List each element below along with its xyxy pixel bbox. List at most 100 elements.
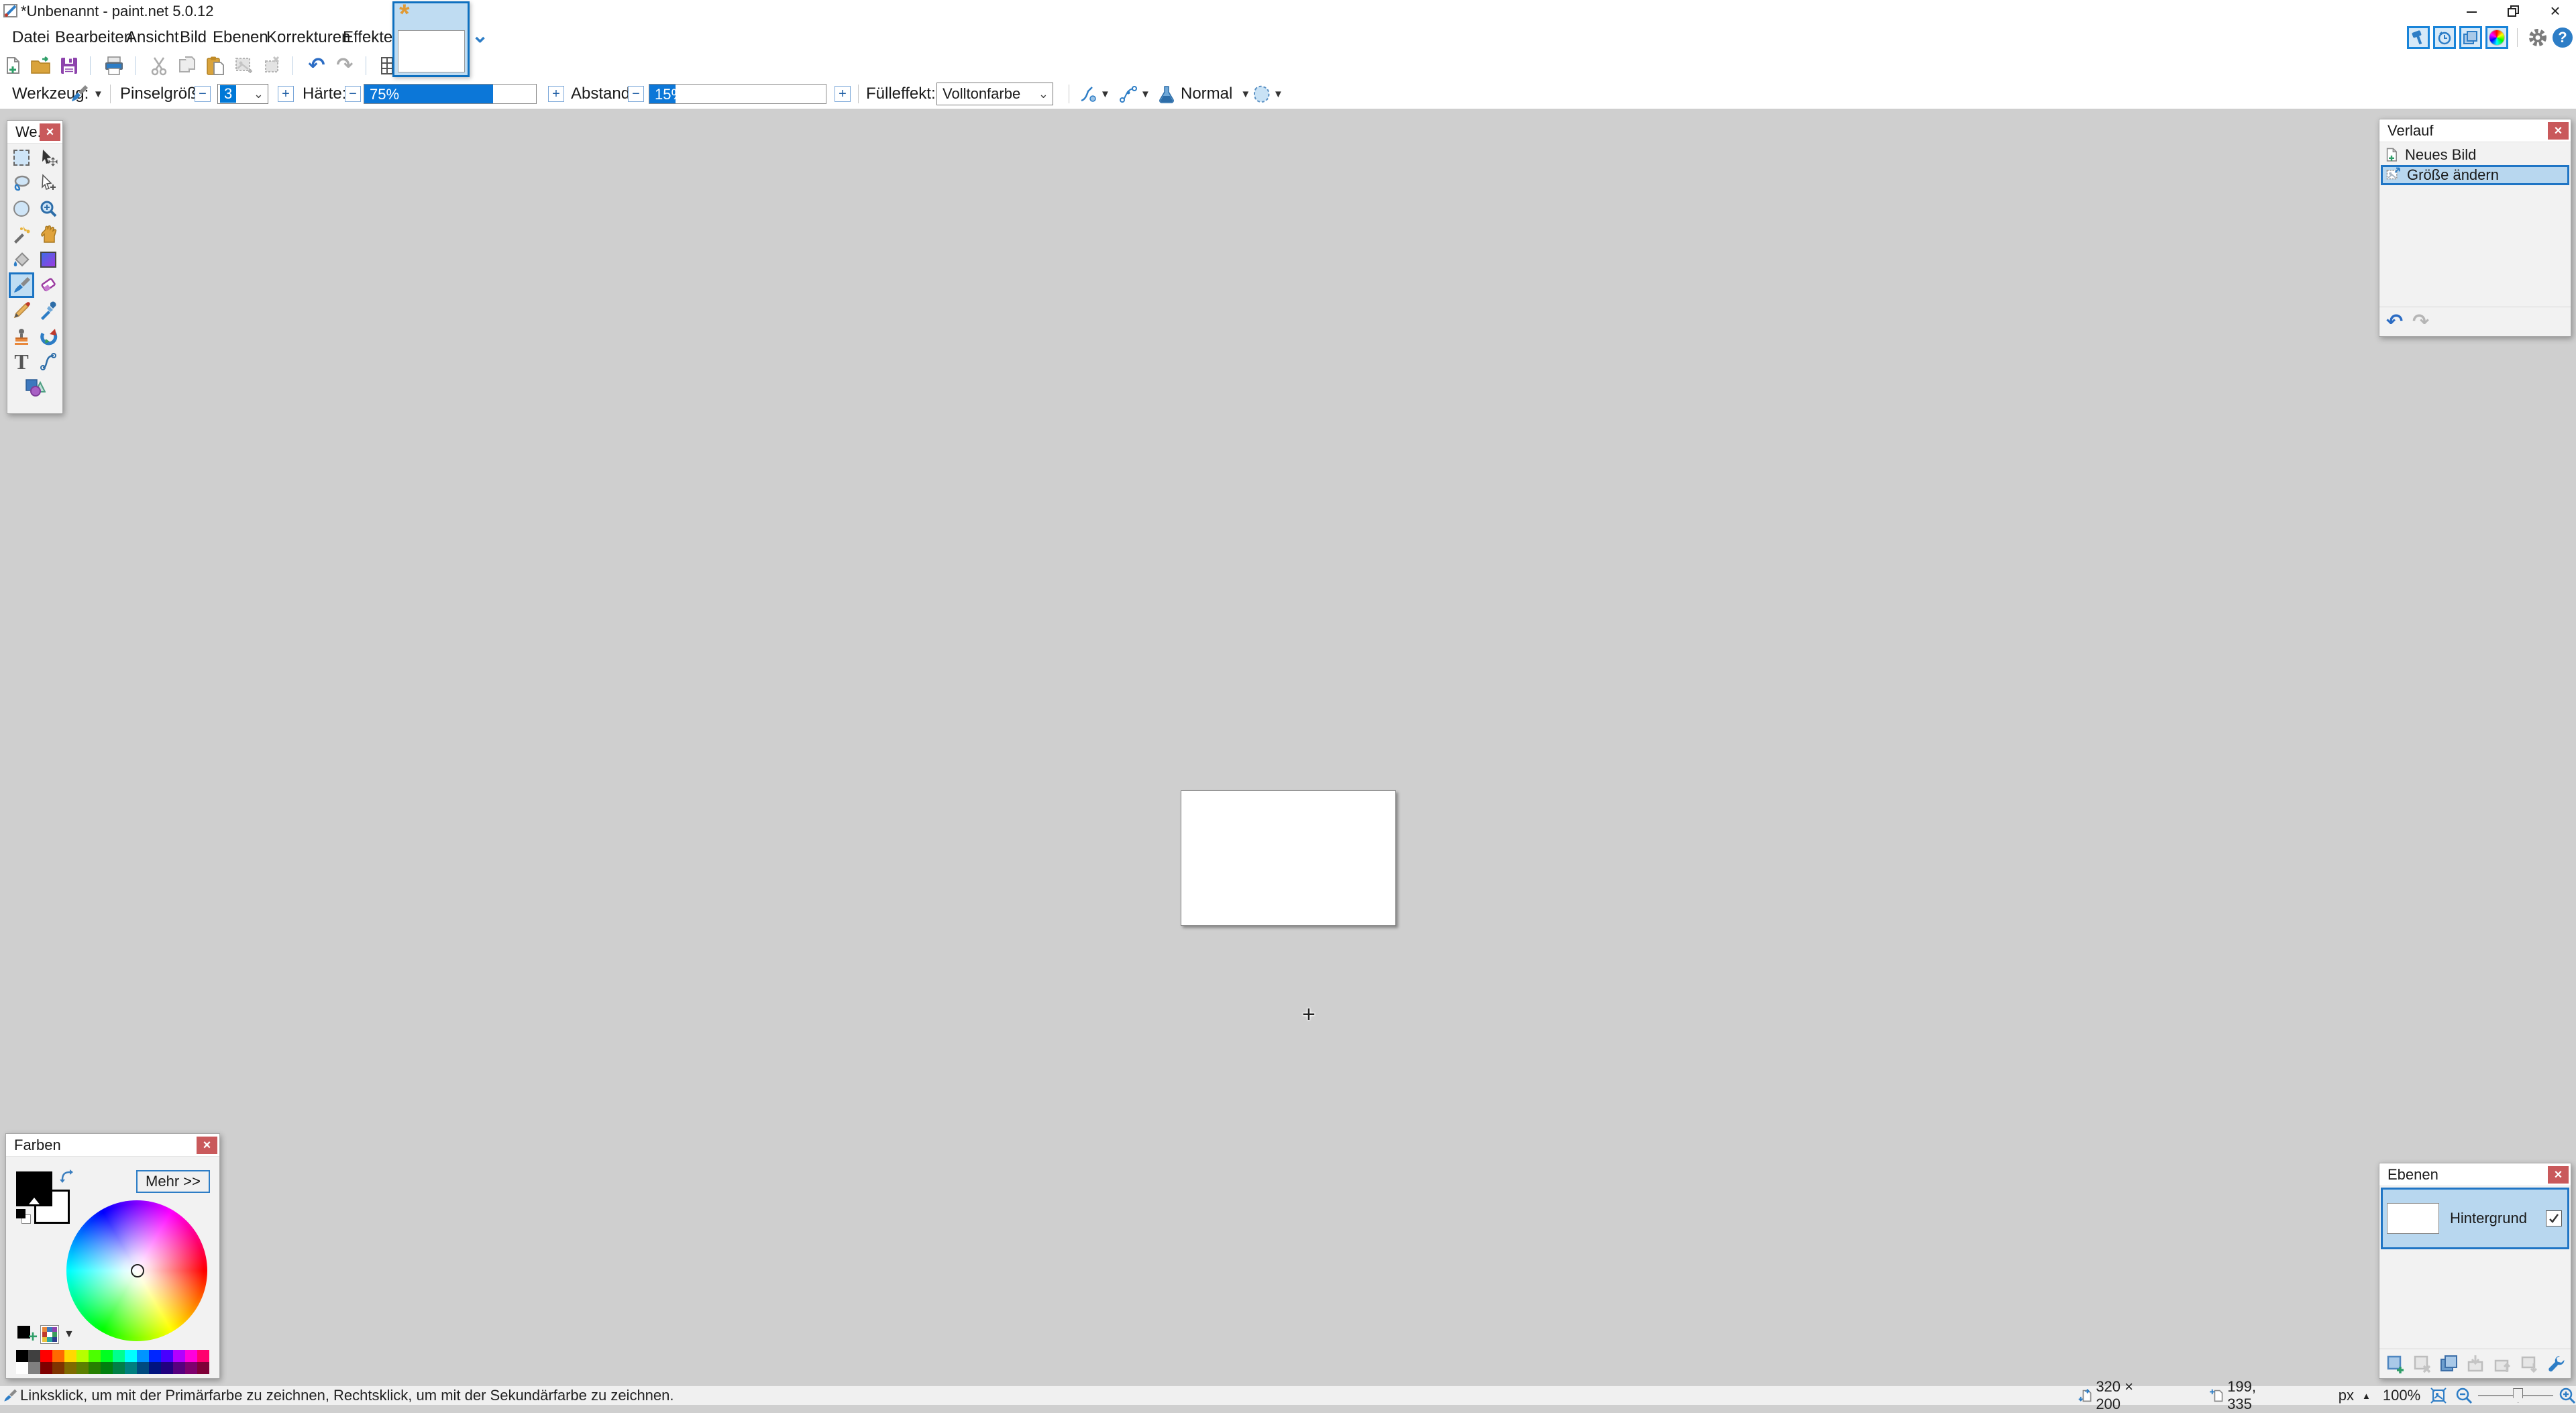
palette-swatch[interactable] bbox=[161, 1350, 173, 1362]
delete-layer-button[interactable] bbox=[2412, 1353, 2433, 1375]
palette-swatch[interactable] bbox=[101, 1362, 113, 1374]
toggle-tools-panel-button[interactable] bbox=[2407, 26, 2430, 49]
crop-to-selection-button[interactable] bbox=[232, 54, 255, 77]
palette-swatch[interactable] bbox=[40, 1362, 52, 1374]
toggle-layers-panel-button[interactable] bbox=[2459, 26, 2482, 49]
palette-menu-button[interactable] bbox=[40, 1325, 59, 1344]
hardness-slider[interactable]: 75% bbox=[364, 84, 537, 104]
tool-clone-stamp[interactable] bbox=[9, 323, 34, 349]
move-layer-down-button[interactable] bbox=[2519, 1353, 2540, 1375]
new-file-button[interactable] bbox=[1, 54, 24, 77]
spacing-increase-button[interactable]: + bbox=[835, 86, 851, 102]
palette-swatch[interactable] bbox=[16, 1350, 28, 1362]
brush-size-decrease-button[interactable]: − bbox=[195, 86, 211, 102]
menu-effekte[interactable]: Effekte bbox=[336, 22, 399, 52]
zoom-in-button[interactable] bbox=[2559, 1387, 2576, 1404]
toggle-history-panel-button[interactable] bbox=[2433, 26, 2456, 49]
toggle-colors-panel-button[interactable] bbox=[2485, 26, 2508, 49]
fill-style-select[interactable]: Volltonfarbe ⌄ bbox=[936, 83, 1053, 105]
merge-layer-down-button[interactable] bbox=[2465, 1353, 2487, 1375]
palette-swatch[interactable] bbox=[76, 1362, 89, 1374]
palette-swatch[interactable] bbox=[185, 1350, 197, 1362]
smoothing-dropdown[interactable]: ▼ bbox=[1119, 79, 1150, 109]
palette-swatch[interactable] bbox=[40, 1350, 52, 1362]
palette-swatch[interactable] bbox=[64, 1362, 76, 1374]
palette-swatch[interactable] bbox=[137, 1350, 149, 1362]
deselect-button[interactable] bbox=[260, 54, 283, 77]
tool-line-curve[interactable] bbox=[36, 349, 61, 374]
palette-swatch[interactable] bbox=[125, 1350, 137, 1362]
blend-mode-dropdown[interactable]: Normal ▼ bbox=[1158, 79, 1250, 109]
reset-colors-button[interactable] bbox=[16, 1209, 32, 1225]
tool-paint-bucket[interactable] bbox=[9, 247, 34, 272]
zoom-slider-thumb[interactable] bbox=[2513, 1388, 2523, 1403]
close-icon[interactable]: × bbox=[197, 1137, 217, 1154]
layer-row-hintergrund[interactable]: Hintergrund bbox=[2381, 1188, 2569, 1249]
add-to-palette-button[interactable]: + bbox=[17, 1326, 36, 1344]
palette-swatch[interactable] bbox=[149, 1362, 161, 1374]
tool-recolor[interactable] bbox=[36, 323, 61, 349]
palette-swatch[interactable] bbox=[125, 1362, 137, 1374]
palette-swatch[interactable] bbox=[173, 1362, 185, 1374]
more-colors-button[interactable]: Mehr >> bbox=[136, 1170, 210, 1193]
palette-swatch[interactable] bbox=[197, 1362, 209, 1374]
active-tool-dropdown[interactable]: ▼ bbox=[69, 79, 103, 109]
color-wheel-cursor[interactable] bbox=[131, 1264, 144, 1277]
tool-shapes[interactable] bbox=[22, 374, 48, 400]
palette-swatch[interactable] bbox=[16, 1362, 28, 1374]
hardness-increase-button[interactable]: + bbox=[548, 86, 564, 102]
hardness-decrease-button[interactable]: − bbox=[345, 86, 361, 102]
image-list-chevron-button[interactable]: ⌄ bbox=[472, 24, 488, 48]
paste-button[interactable] bbox=[204, 54, 227, 77]
zoom-level[interactable]: 100% bbox=[2383, 1387, 2420, 1404]
tool-text[interactable]: T bbox=[9, 349, 34, 374]
palette-swatch[interactable] bbox=[52, 1362, 64, 1374]
redo-button[interactable]: ↷ bbox=[333, 54, 356, 77]
palette-swatch[interactable] bbox=[101, 1350, 113, 1362]
zoom-slider[interactable] bbox=[2478, 1386, 2553, 1405]
help-button[interactable]: ? bbox=[2553, 28, 2573, 48]
undo-button[interactable]: ↶ bbox=[2386, 312, 2403, 332]
palette-swatch[interactable] bbox=[28, 1362, 40, 1374]
palette-swatch[interactable] bbox=[89, 1350, 101, 1362]
tool-rectangle-select[interactable] bbox=[9, 145, 34, 170]
settings-button[interactable] bbox=[2526, 26, 2549, 49]
undo-button[interactable]: ↶ bbox=[305, 54, 328, 77]
history-item-neues-bild[interactable]: Neues Bild bbox=[2381, 145, 2569, 165]
palette-swatch[interactable] bbox=[64, 1350, 76, 1362]
primary-color-swatch[interactable] bbox=[16, 1171, 52, 1206]
close-icon[interactable]: × bbox=[2548, 1166, 2569, 1184]
redo-button[interactable]: ↷ bbox=[2412, 312, 2429, 332]
palette-swatch[interactable] bbox=[76, 1350, 89, 1362]
open-file-button[interactable] bbox=[30, 54, 52, 77]
print-button[interactable] bbox=[103, 54, 125, 77]
palette-swatch[interactable] bbox=[113, 1362, 125, 1374]
palette-swatch[interactable] bbox=[52, 1350, 64, 1362]
history-item-groesse-aendern[interactable]: Größe ändern bbox=[2381, 165, 2569, 185]
layer-properties-button[interactable] bbox=[2546, 1353, 2567, 1375]
palette-swatch[interactable] bbox=[161, 1362, 173, 1374]
zoom-to-window-button[interactable] bbox=[2430, 1387, 2447, 1404]
swap-colors-button[interactable] bbox=[59, 1169, 74, 1184]
zoom-out-button[interactable] bbox=[2455, 1387, 2473, 1404]
cut-button[interactable] bbox=[148, 54, 170, 77]
brush-size-increase-button[interactable]: + bbox=[278, 86, 294, 102]
spacing-slider[interactable]: 15% bbox=[649, 84, 826, 104]
unit-selector[interactable]: px ▲ bbox=[2339, 1387, 2371, 1404]
palette-swatch[interactable] bbox=[113, 1350, 125, 1362]
minimize-button[interactable] bbox=[2451, 0, 2493, 22]
open-image-tab[interactable]: * bbox=[392, 1, 470, 77]
palette-swatch[interactable] bbox=[89, 1362, 101, 1374]
palette-swatch[interactable] bbox=[197, 1350, 209, 1362]
tool-pencil[interactable] bbox=[9, 298, 34, 323]
move-layer-up-button[interactable] bbox=[2492, 1353, 2514, 1375]
palette-swatch[interactable] bbox=[149, 1350, 161, 1362]
copy-button[interactable] bbox=[176, 54, 199, 77]
tool-pan[interactable] bbox=[36, 221, 61, 247]
palette-swatch[interactable] bbox=[185, 1362, 197, 1374]
tool-ellipse-select[interactable] bbox=[9, 196, 34, 221]
palette-swatch[interactable] bbox=[173, 1350, 185, 1362]
tool-paintbrush[interactable] bbox=[9, 272, 34, 298]
tool-move-selected-pixels[interactable] bbox=[36, 145, 61, 170]
spacing-decrease-button[interactable]: − bbox=[628, 86, 644, 102]
